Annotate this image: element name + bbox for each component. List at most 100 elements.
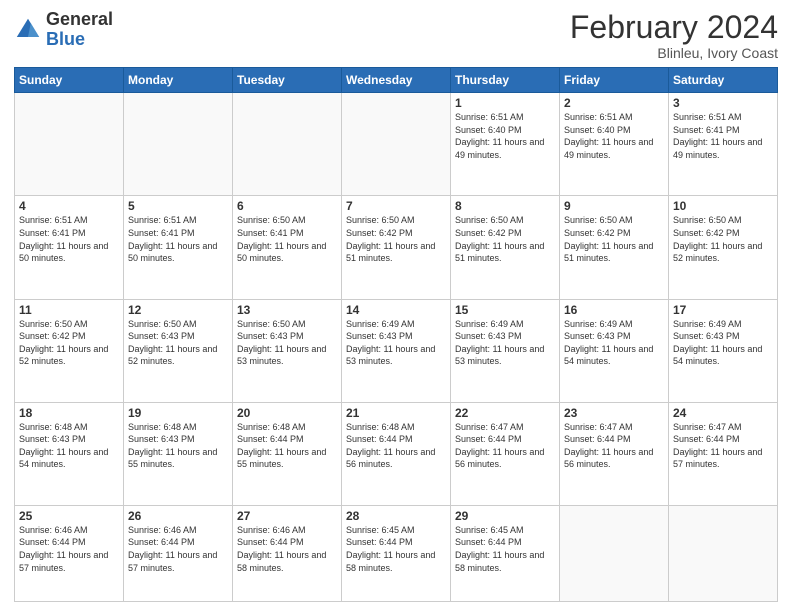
calendar-cell: 11Sunrise: 6:50 AM Sunset: 6:42 PM Dayli…: [15, 299, 124, 402]
day-info: Sunrise: 6:50 AM Sunset: 6:42 PM Dayligh…: [455, 214, 555, 264]
day-number: 17: [673, 303, 773, 317]
day-info: Sunrise: 6:49 AM Sunset: 6:43 PM Dayligh…: [346, 318, 446, 368]
week-row-3: 18Sunrise: 6:48 AM Sunset: 6:43 PM Dayli…: [15, 402, 778, 505]
day-info: Sunrise: 6:51 AM Sunset: 6:40 PM Dayligh…: [564, 111, 664, 161]
calendar-cell: 6Sunrise: 6:50 AM Sunset: 6:41 PM Daylig…: [233, 196, 342, 299]
week-row-0: 1Sunrise: 6:51 AM Sunset: 6:40 PM Daylig…: [15, 93, 778, 196]
logo-text: General Blue: [46, 10, 113, 50]
day-number: 13: [237, 303, 337, 317]
day-number: 3: [673, 96, 773, 110]
day-info: Sunrise: 6:50 AM Sunset: 6:42 PM Dayligh…: [19, 318, 119, 368]
calendar-cell: 3Sunrise: 6:51 AM Sunset: 6:41 PM Daylig…: [669, 93, 778, 196]
weekday-header-tuesday: Tuesday: [233, 68, 342, 93]
day-info: Sunrise: 6:50 AM Sunset: 6:43 PM Dayligh…: [237, 318, 337, 368]
calendar-cell: [560, 505, 669, 601]
logo-blue: Blue: [46, 30, 113, 50]
title-block: February 2024 Blinleu, Ivory Coast: [570, 10, 778, 61]
calendar-cell: 13Sunrise: 6:50 AM Sunset: 6:43 PM Dayli…: [233, 299, 342, 402]
day-info: Sunrise: 6:50 AM Sunset: 6:42 PM Dayligh…: [346, 214, 446, 264]
day-number: 21: [346, 406, 446, 420]
calendar-cell: 8Sunrise: 6:50 AM Sunset: 6:42 PM Daylig…: [451, 196, 560, 299]
calendar-cell: 15Sunrise: 6:49 AM Sunset: 6:43 PM Dayli…: [451, 299, 560, 402]
day-info: Sunrise: 6:45 AM Sunset: 6:44 PM Dayligh…: [346, 524, 446, 574]
day-number: 11: [19, 303, 119, 317]
weekday-header-sunday: Sunday: [15, 68, 124, 93]
week-row-4: 25Sunrise: 6:46 AM Sunset: 6:44 PM Dayli…: [15, 505, 778, 601]
day-info: Sunrise: 6:51 AM Sunset: 6:41 PM Dayligh…: [19, 214, 119, 264]
day-info: Sunrise: 6:49 AM Sunset: 6:43 PM Dayligh…: [455, 318, 555, 368]
calendar-cell: 9Sunrise: 6:50 AM Sunset: 6:42 PM Daylig…: [560, 196, 669, 299]
calendar-cell: 10Sunrise: 6:50 AM Sunset: 6:42 PM Dayli…: [669, 196, 778, 299]
day-info: Sunrise: 6:47 AM Sunset: 6:44 PM Dayligh…: [564, 421, 664, 471]
day-number: 6: [237, 199, 337, 213]
day-number: 27: [237, 509, 337, 523]
day-number: 25: [19, 509, 119, 523]
calendar-cell: 16Sunrise: 6:49 AM Sunset: 6:43 PM Dayli…: [560, 299, 669, 402]
day-number: 10: [673, 199, 773, 213]
day-info: Sunrise: 6:49 AM Sunset: 6:43 PM Dayligh…: [673, 318, 773, 368]
month-title: February 2024: [570, 10, 778, 45]
calendar-cell: 18Sunrise: 6:48 AM Sunset: 6:43 PM Dayli…: [15, 402, 124, 505]
day-info: Sunrise: 6:49 AM Sunset: 6:43 PM Dayligh…: [564, 318, 664, 368]
weekday-header-monday: Monday: [124, 68, 233, 93]
calendar-cell: 1Sunrise: 6:51 AM Sunset: 6:40 PM Daylig…: [451, 93, 560, 196]
day-info: Sunrise: 6:47 AM Sunset: 6:44 PM Dayligh…: [673, 421, 773, 471]
calendar-cell: 29Sunrise: 6:45 AM Sunset: 6:44 PM Dayli…: [451, 505, 560, 601]
day-number: 23: [564, 406, 664, 420]
calendar-cell: 21Sunrise: 6:48 AM Sunset: 6:44 PM Dayli…: [342, 402, 451, 505]
calendar-cell: [233, 93, 342, 196]
day-number: 26: [128, 509, 228, 523]
calendar-cell: 12Sunrise: 6:50 AM Sunset: 6:43 PM Dayli…: [124, 299, 233, 402]
calendar-cell: 22Sunrise: 6:47 AM Sunset: 6:44 PM Dayli…: [451, 402, 560, 505]
day-number: 15: [455, 303, 555, 317]
weekday-header-thursday: Thursday: [451, 68, 560, 93]
day-number: 1: [455, 96, 555, 110]
calendar-cell: 23Sunrise: 6:47 AM Sunset: 6:44 PM Dayli…: [560, 402, 669, 505]
location: Blinleu, Ivory Coast: [570, 45, 778, 61]
day-number: 8: [455, 199, 555, 213]
header: General Blue February 2024 Blinleu, Ivor…: [14, 10, 778, 61]
week-row-1: 4Sunrise: 6:51 AM Sunset: 6:41 PM Daylig…: [15, 196, 778, 299]
day-number: 14: [346, 303, 446, 317]
day-info: Sunrise: 6:48 AM Sunset: 6:44 PM Dayligh…: [346, 421, 446, 471]
day-number: 4: [19, 199, 119, 213]
day-number: 7: [346, 199, 446, 213]
day-number: 20: [237, 406, 337, 420]
day-info: Sunrise: 6:46 AM Sunset: 6:44 PM Dayligh…: [237, 524, 337, 574]
weekday-header-friday: Friday: [560, 68, 669, 93]
day-number: 5: [128, 199, 228, 213]
day-number: 2: [564, 96, 664, 110]
weekday-header-wednesday: Wednesday: [342, 68, 451, 93]
day-info: Sunrise: 6:47 AM Sunset: 6:44 PM Dayligh…: [455, 421, 555, 471]
calendar-body: 1Sunrise: 6:51 AM Sunset: 6:40 PM Daylig…: [15, 93, 778, 602]
day-info: Sunrise: 6:45 AM Sunset: 6:44 PM Dayligh…: [455, 524, 555, 574]
day-info: Sunrise: 6:51 AM Sunset: 6:41 PM Dayligh…: [128, 214, 228, 264]
day-info: Sunrise: 6:46 AM Sunset: 6:44 PM Dayligh…: [128, 524, 228, 574]
calendar-cell: 25Sunrise: 6:46 AM Sunset: 6:44 PM Dayli…: [15, 505, 124, 601]
calendar-cell: 17Sunrise: 6:49 AM Sunset: 6:43 PM Dayli…: [669, 299, 778, 402]
calendar-cell: [669, 505, 778, 601]
day-info: Sunrise: 6:48 AM Sunset: 6:43 PM Dayligh…: [19, 421, 119, 471]
calendar-cell: 28Sunrise: 6:45 AM Sunset: 6:44 PM Dayli…: [342, 505, 451, 601]
calendar-cell: 7Sunrise: 6:50 AM Sunset: 6:42 PM Daylig…: [342, 196, 451, 299]
day-number: 28: [346, 509, 446, 523]
day-number: 22: [455, 406, 555, 420]
calendar-cell: [15, 93, 124, 196]
day-info: Sunrise: 6:46 AM Sunset: 6:44 PM Dayligh…: [19, 524, 119, 574]
day-info: Sunrise: 6:50 AM Sunset: 6:42 PM Dayligh…: [673, 214, 773, 264]
calendar-cell: 4Sunrise: 6:51 AM Sunset: 6:41 PM Daylig…: [15, 196, 124, 299]
calendar-cell: 14Sunrise: 6:49 AM Sunset: 6:43 PM Dayli…: [342, 299, 451, 402]
day-info: Sunrise: 6:51 AM Sunset: 6:41 PM Dayligh…: [673, 111, 773, 161]
day-info: Sunrise: 6:48 AM Sunset: 6:43 PM Dayligh…: [128, 421, 228, 471]
calendar-cell: 5Sunrise: 6:51 AM Sunset: 6:41 PM Daylig…: [124, 196, 233, 299]
logo-icon: [14, 16, 42, 44]
logo-general: General: [46, 10, 113, 30]
calendar-cell: 20Sunrise: 6:48 AM Sunset: 6:44 PM Dayli…: [233, 402, 342, 505]
day-number: 18: [19, 406, 119, 420]
calendar-cell: 24Sunrise: 6:47 AM Sunset: 6:44 PM Dayli…: [669, 402, 778, 505]
weekday-header-saturday: Saturday: [669, 68, 778, 93]
calendar: SundayMondayTuesdayWednesdayThursdayFrid…: [14, 67, 778, 602]
day-info: Sunrise: 6:50 AM Sunset: 6:43 PM Dayligh…: [128, 318, 228, 368]
day-info: Sunrise: 6:51 AM Sunset: 6:40 PM Dayligh…: [455, 111, 555, 161]
calendar-cell: [342, 93, 451, 196]
